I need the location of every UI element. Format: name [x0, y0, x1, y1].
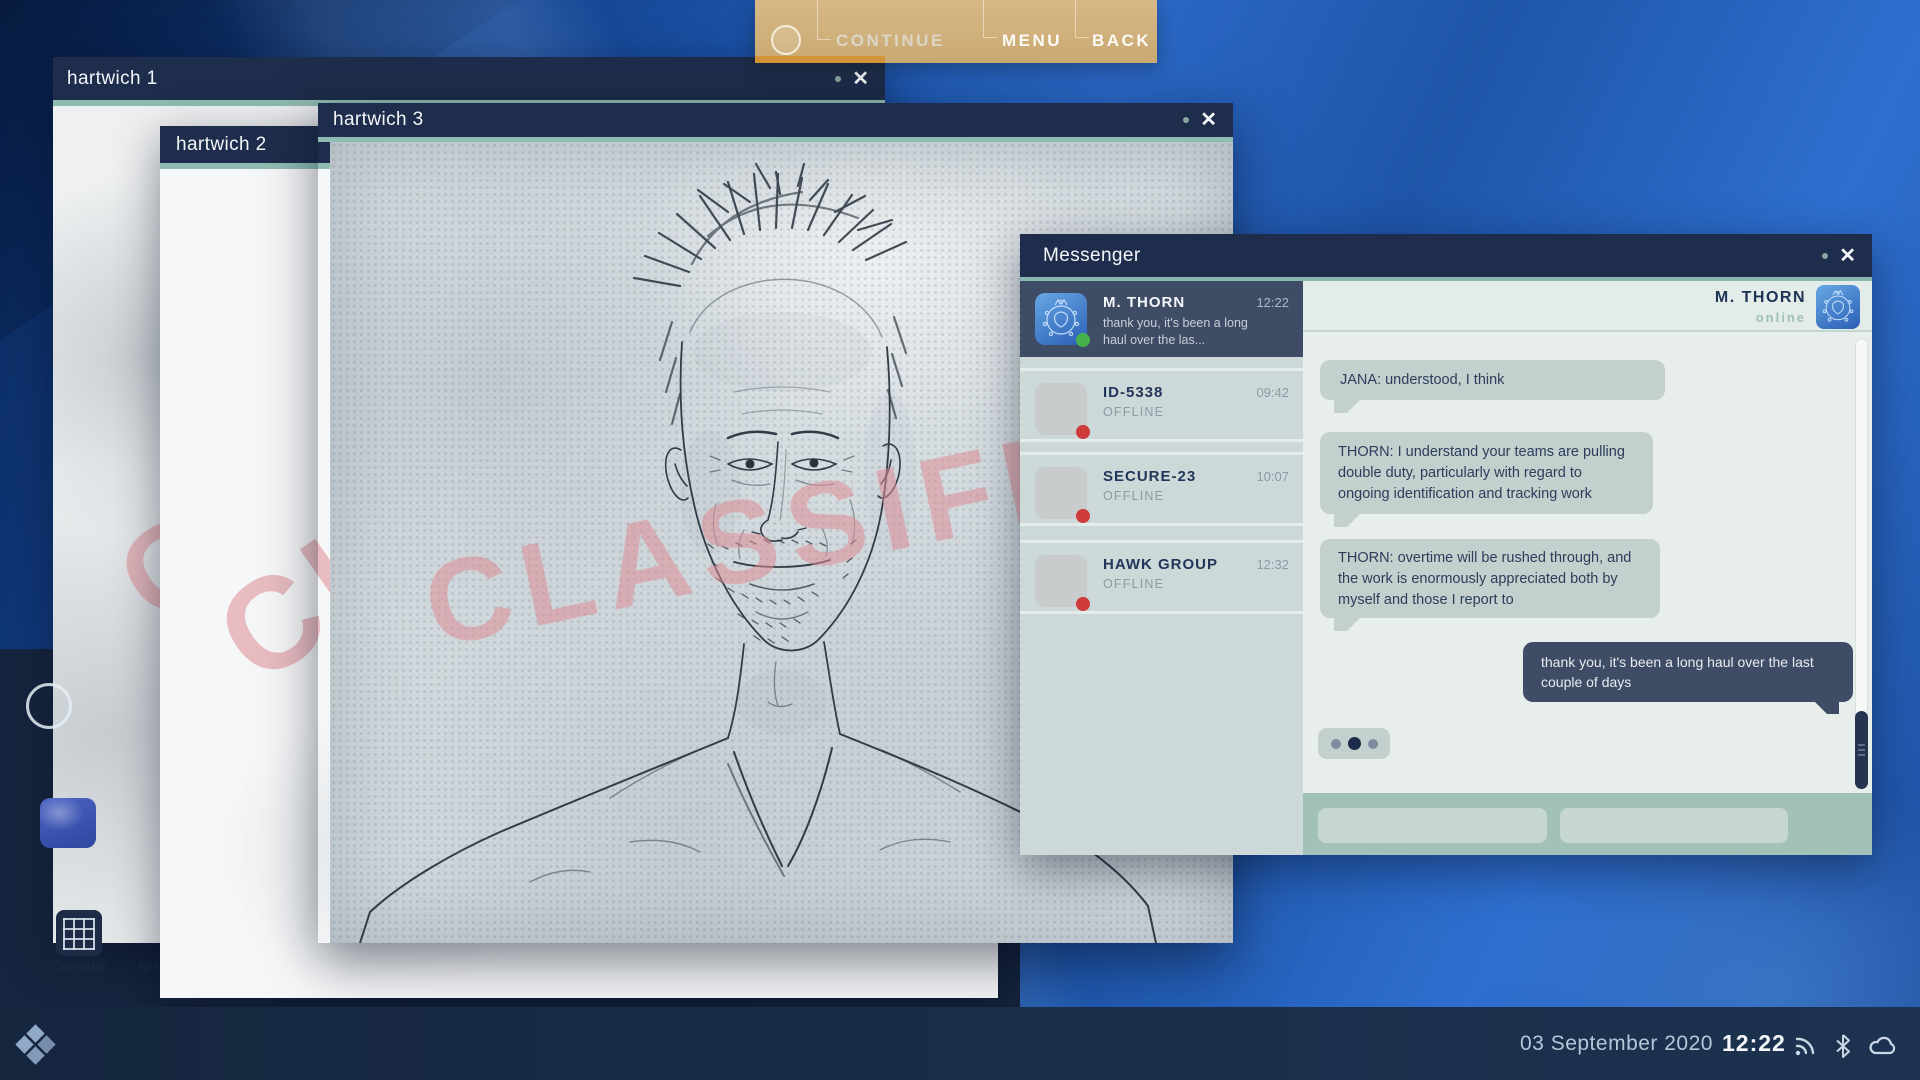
hartwich-3-title: hartwich 3: [333, 109, 424, 131]
contact-preview: thank you, it's been a long haul over th…: [1103, 315, 1263, 349]
chat-message: THORN: overtime will be rushed through, …: [1320, 539, 1660, 618]
messenger-body: M. THORN 12:22 thank you, it's been a lo…: [1020, 281, 1872, 855]
contact-time: 09:42: [1256, 385, 1289, 400]
online-dot-icon: [1076, 333, 1090, 347]
app-icon[interactable]: [40, 798, 96, 848]
hartwich-1-titlebar[interactable]: hartwich 1 ✕: [53, 57, 885, 100]
close-icon[interactable]: ✕: [1839, 246, 1856, 266]
close-icon[interactable]: ✕: [852, 69, 869, 89]
contact-list: M. THORN 12:22 thank you, it's been a lo…: [1020, 281, 1303, 855]
contact-name: ID-5338: [1103, 384, 1163, 401]
game-desktop: hartwich 1 ✕ CLASSIFIED CONTINUE MENU BA…: [0, 0, 1920, 1080]
chat-peer-status: online: [1756, 310, 1806, 325]
contact-name: M. THORN: [1103, 294, 1185, 311]
menu-button[interactable]: MENU: [1002, 31, 1062, 51]
contact-item-secure23[interactable]: SECURE-23 10:07 OFFLINE: [1020, 452, 1303, 526]
message-history: JANA: understood, I think THORN: I under…: [1303, 334, 1872, 793]
cloud-icon[interactable]: [1868, 1034, 1900, 1058]
taskbar-date: 03 September 2020: [1520, 1032, 1713, 1056]
chat-peer-name: M. THORN: [1715, 289, 1806, 307]
contact-item-thorn[interactable]: M. THORN 12:22 thank you, it's been a lo…: [1020, 281, 1303, 357]
typing-dot: [1368, 739, 1378, 749]
close-icon[interactable]: ✕: [1200, 110, 1217, 130]
contact-item-id5338[interactable]: ID-5338 09:42 OFFLINE: [1020, 368, 1303, 442]
messenger-titlebar[interactable]: Messenger ✕: [1020, 234, 1872, 277]
chat-peer-avatar: [1816, 285, 1860, 329]
offline-dot-icon: [1076, 597, 1090, 611]
typing-dot: [1348, 737, 1361, 750]
contact-time: 12:32: [1256, 557, 1289, 572]
contact-name: HAWK GROUP: [1103, 556, 1218, 573]
menu-tick-line: [817, 0, 831, 40]
menu-tick-line: [1075, 0, 1089, 38]
offline-dot-icon: [1076, 425, 1090, 439]
contact-status: OFFLINE: [1103, 405, 1164, 419]
scrollbar-grip-icon: [1858, 744, 1865, 756]
contact-status: OFFLINE: [1103, 489, 1164, 503]
menu-circle-icon: [771, 25, 801, 55]
window-dot-icon: [835, 76, 841, 82]
messenger-title: Messenger: [1043, 245, 1141, 267]
menu-highlight-strip: [755, 56, 885, 63]
hartwich-3-titlebar[interactable]: hartwich 3 ✕: [318, 103, 1233, 137]
calendar-icon[interactable]: [56, 910, 102, 956]
contact-item-hawkgroup[interactable]: HAWK GROUP 12:32 OFFLINE: [1020, 540, 1303, 614]
calendar-grid: [63, 918, 95, 950]
offline-dot-icon: [1076, 509, 1090, 523]
contact-status: OFFLINE: [1103, 577, 1164, 591]
typing-dot: [1331, 739, 1341, 749]
contact-name: SECURE-23: [1103, 468, 1196, 485]
menu-tick-line: [983, 0, 997, 38]
chat-message: THORN: I understand your teams are pulli…: [1320, 432, 1653, 514]
continue-button[interactable]: CONTINUE: [836, 31, 945, 51]
back-button[interactable]: BACK: [1092, 31, 1151, 51]
game-menu-bar: CONTINUE MENU BACK: [755, 0, 1157, 63]
reply-option-1[interactable]: [1318, 808, 1547, 843]
hartwich-1-title: hartwich 1: [67, 68, 158, 90]
messenger-window: Messenger ✕: [1020, 234, 1872, 855]
reply-option-2[interactable]: [1560, 808, 1788, 843]
reply-bar: [1303, 793, 1872, 855]
chat-message-own: thank you, it's been a long haul over th…: [1523, 642, 1853, 702]
hartwich-2-title: hartwich 2: [176, 134, 267, 156]
chat-panel: M. THORN online JANA: u: [1303, 281, 1872, 855]
taskbar-clock: 12:22: [1722, 1030, 1786, 1057]
chat-header: M. THORN online: [1303, 281, 1872, 332]
contact-time: 12:22: [1256, 295, 1289, 310]
chat-scrollbar-handle[interactable]: [1855, 711, 1868, 789]
system-logo-icon[interactable]: [16, 1025, 56, 1065]
contact-time: 10:07: [1256, 469, 1289, 484]
bluetooth-icon[interactable]: [1835, 1033, 1851, 1059]
system-tray: [1792, 1033, 1900, 1059]
wireless-icon[interactable]: [1792, 1034, 1818, 1058]
window-dot-icon: [1183, 117, 1189, 123]
chat-scrollbar-track[interactable]: [1855, 338, 1868, 789]
window-dot-icon: [1822, 253, 1828, 259]
typing-indicator: [1318, 728, 1390, 759]
chat-message: JANA: understood, I think: [1320, 360, 1665, 400]
